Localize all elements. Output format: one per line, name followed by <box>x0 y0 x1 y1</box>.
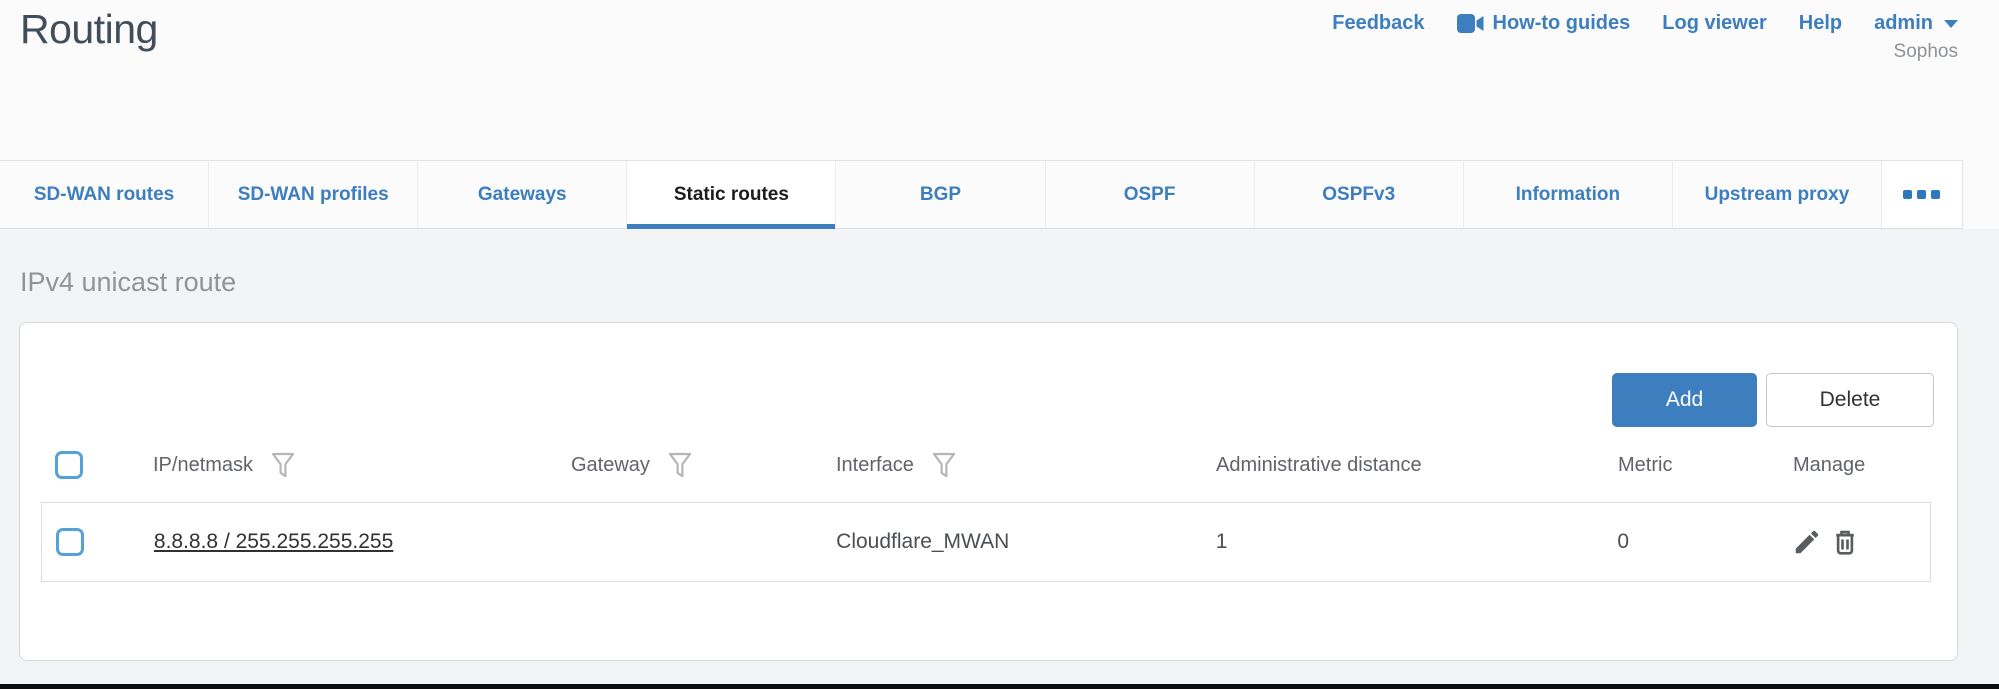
filter-funnel-icon[interactable] <box>271 452 295 479</box>
ellipsis-icon <box>1903 190 1940 199</box>
column-header-metric: Metric <box>1618 454 1672 477</box>
filter-funnel-icon[interactable] <box>932 452 956 479</box>
route-administrative-distance: 1 <box>1216 530 1228 554</box>
column-header-manage: Manage <box>1793 454 1865 477</box>
help-link[interactable]: Help <box>1799 12 1842 35</box>
route-interface: Cloudflare_MWAN <box>836 530 1009 554</box>
delete-button[interactable]: Delete <box>1766 373 1934 427</box>
caret-down-icon <box>1944 20 1958 28</box>
routes-table: IP/netmask Gateway Interface <box>41 441 1931 582</box>
tab-bar: SD-WAN routes SD-WAN profiles Gateways S… <box>0 160 1963 229</box>
add-button[interactable]: Add <box>1612 373 1757 427</box>
more-tabs-button[interactable] <box>1882 161 1962 228</box>
video-camera-icon <box>1457 14 1484 33</box>
select-all-checkbox[interactable] <box>55 451 83 479</box>
admin-menu[interactable]: admin <box>1874 12 1958 35</box>
org-label: Sophos <box>1332 41 1958 63</box>
column-header-ip-netmask: IP/netmask <box>153 454 253 477</box>
column-header-interface: Interface <box>836 454 914 477</box>
page-title: Routing <box>20 6 158 53</box>
routes-card: Add Delete IP/netmask Gateway <box>19 322 1958 661</box>
tab-bgp[interactable]: BGP <box>836 161 1045 228</box>
tab-sdwan-profiles[interactable]: SD-WAN profiles <box>209 161 418 228</box>
feedback-link[interactable]: Feedback <box>1332 12 1424 35</box>
tab-ospf[interactable]: OSPF <box>1046 161 1255 228</box>
tab-sdwan-routes[interactable]: SD-WAN routes <box>0 161 209 228</box>
table-actions: Add Delete <box>1612 373 1934 427</box>
tab-gateways[interactable]: Gateways <box>418 161 627 228</box>
tab-information[interactable]: Information <box>1464 161 1673 228</box>
route-ip-netmask-link[interactable]: 8.8.8.8 / 255.255.255.255 <box>154 530 393 554</box>
table-row: 8.8.8.8 / 255.255.255.255 Cloudflare_MWA… <box>41 502 1931 582</box>
trash-icon[interactable] <box>1830 527 1860 557</box>
log-viewer-link[interactable]: Log viewer <box>1662 12 1766 35</box>
column-header-administrative-distance: Administrative distance <box>1216 454 1422 477</box>
row-checkbox[interactable] <box>56 528 84 556</box>
content-area: IPv4 unicast route Add Delete IP/netmask… <box>0 229 1999 684</box>
column-header-gateway: Gateway <box>571 454 650 477</box>
table-header-row: IP/netmask Gateway Interface <box>41 441 1931 489</box>
window-bottom-strip <box>0 684 1999 689</box>
section-title: IPv4 unicast route <box>20 267 1999 298</box>
tab-upstream-proxy[interactable]: Upstream proxy <box>1673 161 1882 228</box>
tab-static-routes[interactable]: Static routes <box>627 161 836 228</box>
howto-guides-link[interactable]: How-to guides <box>1457 12 1631 35</box>
route-metric: 0 <box>1617 530 1629 554</box>
tab-ospfv3[interactable]: OSPFv3 <box>1255 161 1464 228</box>
filter-funnel-icon[interactable] <box>668 452 692 479</box>
top-links: Feedback How-to guides Log viewer Help a… <box>1332 12 1958 63</box>
edit-pencil-icon[interactable] <box>1792 527 1822 557</box>
top-bar: Routing Feedback How-to guides Log viewe… <box>0 0 1999 160</box>
